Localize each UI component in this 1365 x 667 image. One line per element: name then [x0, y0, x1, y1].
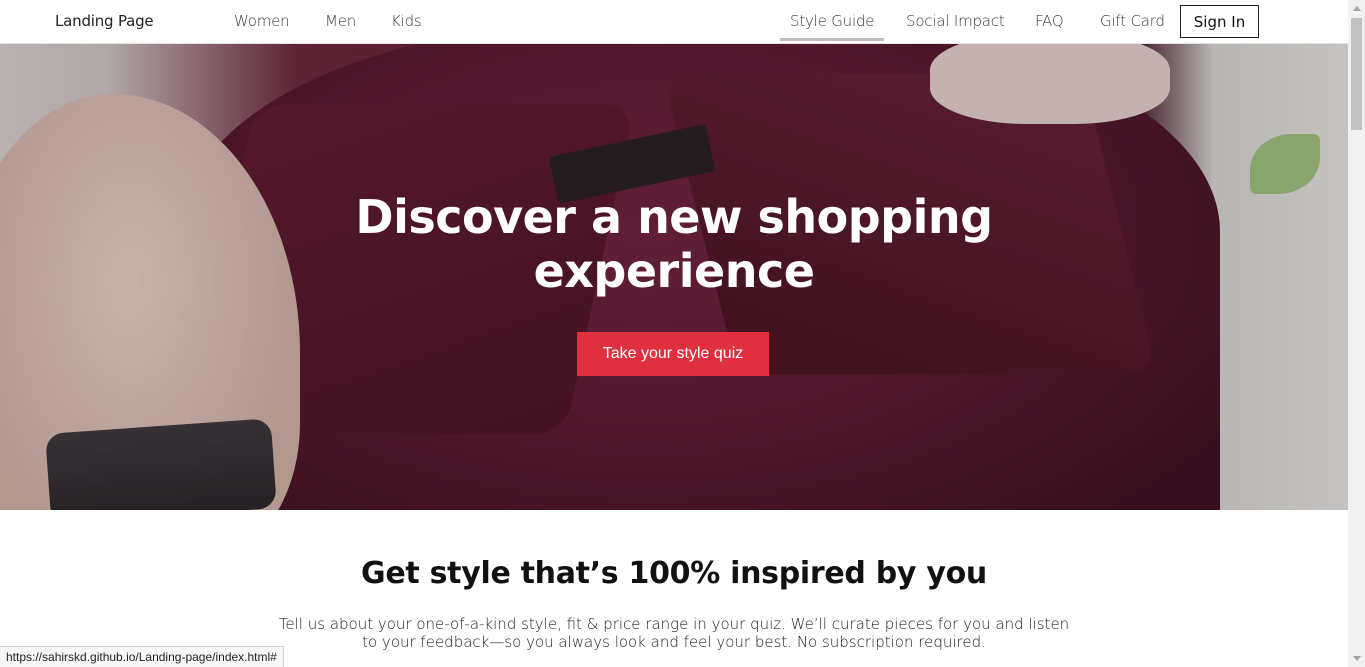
browser-status-url: https://sahirskd.github.io/Landing-page/…: [0, 646, 284, 667]
scroll-down-arrow-icon[interactable]: [1348, 650, 1365, 667]
section-title: Get style that’s 100% inspired by you: [361, 556, 987, 591]
nav-link-women[interactable]: Women: [234, 12, 290, 30]
scroll-up-arrow-icon[interactable]: [1348, 0, 1365, 17]
top-navbar: Landing Page Women Men Kids Style Guide …: [0, 0, 1348, 44]
nav-link-social-impact[interactable]: Social Impact: [906, 12, 1005, 30]
nav-link-kids[interactable]: Kids: [391, 12, 422, 30]
hero-section: Discover a new shopping experience Take …: [0, 44, 1348, 510]
style-quiz-button[interactable]: Take your style quiz: [577, 332, 769, 376]
nav-link-gift-card[interactable]: Gift Card: [1100, 12, 1165, 30]
nav-link-faq[interactable]: FAQ: [1035, 12, 1064, 30]
hero-title-line2: experience: [533, 244, 815, 298]
scrollbar-thumb[interactable]: [1351, 18, 1362, 130]
nav-link-style-guide[interactable]: Style Guide: [779, 12, 885, 41]
vertical-scrollbar[interactable]: [1348, 0, 1365, 667]
brand-logo[interactable]: Landing Page: [55, 12, 154, 30]
page: Landing Page Women Men Kids Style Guide …: [0, 0, 1365, 667]
section-body: Tell us about your one-of-a-kind style, …: [278, 615, 1070, 651]
sign-in-button[interactable]: Sign In: [1180, 5, 1259, 38]
nav-link-men[interactable]: Men: [325, 12, 356, 30]
hero-title-line1: Discover a new shopping: [355, 190, 993, 244]
hero-title: Discover a new shopping experience: [0, 190, 1348, 298]
